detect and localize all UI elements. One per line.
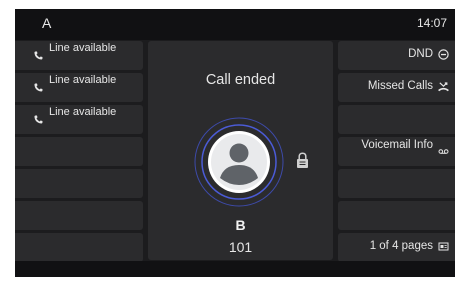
line-key-1[interactable]: Line available (15, 41, 143, 70)
dnd-label: DND (408, 48, 433, 60)
line-key-6[interactable] (15, 201, 143, 230)
page-indicator-button[interactable]: 1 of 4 pages (338, 233, 455, 262)
line-key-label: Line available (49, 106, 117, 118)
softkey-empty-3[interactable] (338, 105, 455, 134)
page-indicator-label: 1 of 4 pages (369, 240, 433, 252)
call-status: Call ended (205, 72, 276, 88)
line-key-5[interactable] (15, 169, 143, 198)
voicemail-info-label: Voicemail Info (361, 139, 433, 151)
voicemail-info-button[interactable]: Voicemail Info (338, 137, 455, 166)
caller-number: 101 (228, 239, 253, 255)
encrypted-lock-icon (297, 152, 308, 168)
clock: 14:07 (416, 16, 447, 30)
phone-icon (34, 51, 43, 60)
line-key-3[interactable]: Line available (15, 105, 143, 134)
missed-call-icon (438, 82, 449, 92)
phone-icon (34, 115, 43, 124)
voicemail-icon (438, 149, 449, 154)
avatar (194, 117, 284, 207)
minus-circle-icon (438, 49, 449, 60)
line-key-label: Line available (49, 42, 117, 54)
call-panel: Call ended B 101 (148, 41, 333, 260)
softkey-empty-5[interactable] (338, 169, 455, 198)
line-key-2[interactable]: Line available (15, 73, 143, 102)
page-icon (438, 242, 449, 251)
softkey-empty-6[interactable] (338, 201, 455, 230)
missed-calls-button[interactable]: Missed Calls (338, 73, 455, 102)
bottom-bar (15, 261, 455, 277)
missed-calls-label: Missed Calls (367, 80, 433, 92)
phone-screen: A 14:07 Line available Line available Li… (15, 9, 455, 277)
dnd-button[interactable]: DND (338, 41, 455, 70)
line-key-7[interactable] (15, 233, 143, 262)
line-key-4[interactable] (15, 137, 143, 166)
account-title: A (42, 15, 52, 31)
phone-icon (34, 83, 43, 92)
line-key-label: Line available (49, 74, 117, 86)
status-bar: A 14:07 (15, 9, 455, 40)
caller-name: B (235, 217, 246, 233)
